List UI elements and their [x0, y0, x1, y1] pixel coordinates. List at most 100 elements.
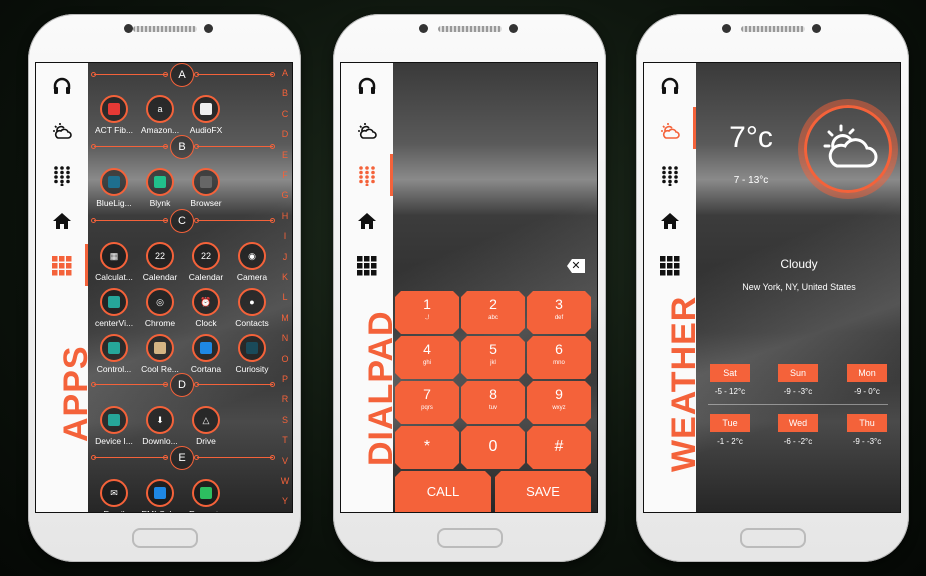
alphabet-index-letter[interactable]: C [278, 109, 292, 119]
dialpad-key-1[interactable]: 1.,! [395, 291, 459, 334]
dialpad-key-6[interactable]: 6 mno [527, 336, 591, 379]
dialpad-icon[interactable] [50, 164, 74, 188]
alphabet-index-letter[interactable]: L [278, 292, 292, 302]
app-item[interactable]: centerVi... [91, 288, 137, 328]
alphabet-index-letter[interactable]: M [278, 313, 292, 323]
app-item[interactable]: BlueLig... [91, 168, 137, 208]
alphabet-index-letter[interactable]: F [278, 170, 292, 180]
key-digit: 8 [489, 386, 497, 402]
app-item[interactable]: ACT Fib... [91, 95, 137, 135]
current-temperature: 7°c [729, 121, 773, 154]
alphabet-index-letter[interactable]: I [278, 231, 292, 241]
alphabet-index-letter[interactable]: H [278, 211, 292, 221]
app-item[interactable]: ⏰ Clock [183, 288, 229, 328]
app-item[interactable]: ▦ Calculat... [91, 242, 137, 282]
app-item[interactable]: ✉ Email [91, 479, 137, 512]
alphabet-index-letter[interactable]: D [278, 129, 292, 139]
app-item[interactable]: AudioFX [183, 95, 229, 135]
dialpad-key-2[interactable]: 2 abc [461, 291, 525, 334]
app-icon [192, 95, 220, 123]
home-icon[interactable] [50, 209, 74, 233]
weather-condition: Cloudy [780, 257, 818, 271]
dialpad-icon[interactable] [355, 164, 379, 188]
alphabet-index-letter[interactable]: G [278, 190, 292, 200]
app-item[interactable]: Control... [91, 334, 137, 374]
home-button[interactable] [131, 528, 198, 548]
app-item[interactable]: Device I... [91, 406, 137, 446]
phone-apps: APPS A ACT Fib... a Amazon... AudioFX B BlueLi… [28, 14, 301, 562]
app-item[interactable]: Browser [183, 168, 229, 208]
home-button[interactable] [436, 528, 503, 548]
app-glyph [108, 414, 120, 426]
alphabet-index-letter[interactable]: K [278, 272, 292, 282]
home-icon[interactable] [658, 209, 682, 233]
alphabet-index-letter[interactable]: E [278, 150, 292, 160]
divider-end [91, 72, 96, 77]
alphabet-index-letter[interactable]: S [278, 415, 292, 425]
apps-grid-icon[interactable] [355, 254, 379, 278]
alphabet-index-letter[interactable]: R [278, 394, 292, 404]
app-glyph [108, 342, 120, 354]
dialpad-key-7[interactable]: 7 pqrs [395, 381, 459, 424]
alphabet-index-letter[interactable]: O [278, 354, 292, 364]
alphabet-index-letter[interactable]: T [278, 435, 292, 445]
forecast-day[interactable]: Sat [710, 364, 750, 382]
weather-icon[interactable] [355, 119, 379, 143]
dialpad-icon[interactable] [658, 164, 682, 188]
app-glyph: ◎ [156, 297, 164, 307]
weather-icon[interactable] [50, 119, 74, 143]
call-button[interactable]: CALL [395, 471, 491, 513]
app-item[interactable]: ◉ Camera [229, 242, 275, 282]
divider-end [91, 455, 96, 460]
alphabet-index-letter[interactable]: W [278, 476, 292, 486]
divider-end [91, 144, 96, 149]
alphabet-index-letter[interactable]: Y [278, 496, 292, 506]
forecast-day[interactable]: Tue [710, 414, 750, 432]
dialpad-key-4[interactable]: 4 ghi [395, 336, 459, 379]
app-item[interactable]: Blynk [137, 168, 183, 208]
forecast-day[interactable]: Mon [847, 364, 887, 382]
dialpad-key-#[interactable]: # [527, 426, 591, 469]
home-icon[interactable] [355, 209, 379, 233]
dialpad-key-0[interactable]: 0 [461, 426, 525, 469]
key-letters: ghi [422, 360, 431, 366]
forecast-day[interactable]: Thu [847, 414, 887, 432]
alphabet-index-letter[interactable]: A [278, 68, 292, 78]
forecast-day[interactable]: Sun [778, 364, 818, 382]
app-item[interactable]: Evernote [183, 479, 229, 512]
app-item[interactable]: EMI Cal... [137, 479, 183, 512]
app-label: Evernote [183, 509, 229, 512]
app-item[interactable]: a Amazon... [137, 95, 183, 135]
dialpad-key-8[interactable]: 8 tuv [461, 381, 525, 424]
weather-icon[interactable] [658, 119, 682, 143]
dialpad-key-9[interactable]: 9 wxyz [527, 381, 591, 424]
app-item[interactable]: Cool Re... [137, 334, 183, 374]
headphones-icon[interactable] [50, 74, 74, 98]
alphabet-index-letter[interactable]: B [278, 88, 292, 98]
headphones-icon[interactable] [658, 74, 682, 98]
app-item[interactable]: 22 Calendar [137, 242, 183, 282]
section-header: E [91, 446, 276, 470]
apps-grid-icon[interactable] [658, 254, 682, 278]
app-item[interactable]: 22 Calendar [183, 242, 229, 282]
app-item[interactable]: Cortana [183, 334, 229, 374]
app-item[interactable]: ● Contacts [229, 288, 275, 328]
save-button[interactable]: SAVE [495, 471, 591, 513]
home-button[interactable] [739, 528, 806, 548]
alphabet-index-letter[interactable]: P [278, 374, 292, 384]
alphabet-index-letter[interactable]: N [278, 333, 292, 343]
dialpad-key-3[interactable]: 3 def [527, 291, 591, 334]
divider-end [163, 382, 168, 387]
app-item[interactable]: ◎ Chrome [137, 288, 183, 328]
headphones-icon[interactable] [355, 74, 379, 98]
dialpad-key-5[interactable]: 5 jkl [461, 336, 525, 379]
app-item[interactable]: ⬇ Downlo... [137, 406, 183, 446]
alphabet-index-letter[interactable]: V [278, 456, 292, 466]
dialpad-key-*[interactable]: * [395, 426, 459, 469]
app-item[interactable]: △ Drive [183, 406, 229, 446]
key-digit: 6 [555, 341, 563, 357]
apps-grid-icon[interactable] [50, 254, 74, 278]
forecast-day[interactable]: Wed [778, 414, 818, 432]
alphabet-index-letter[interactable]: J [278, 252, 292, 262]
app-item[interactable]: Curiosity [229, 334, 275, 374]
